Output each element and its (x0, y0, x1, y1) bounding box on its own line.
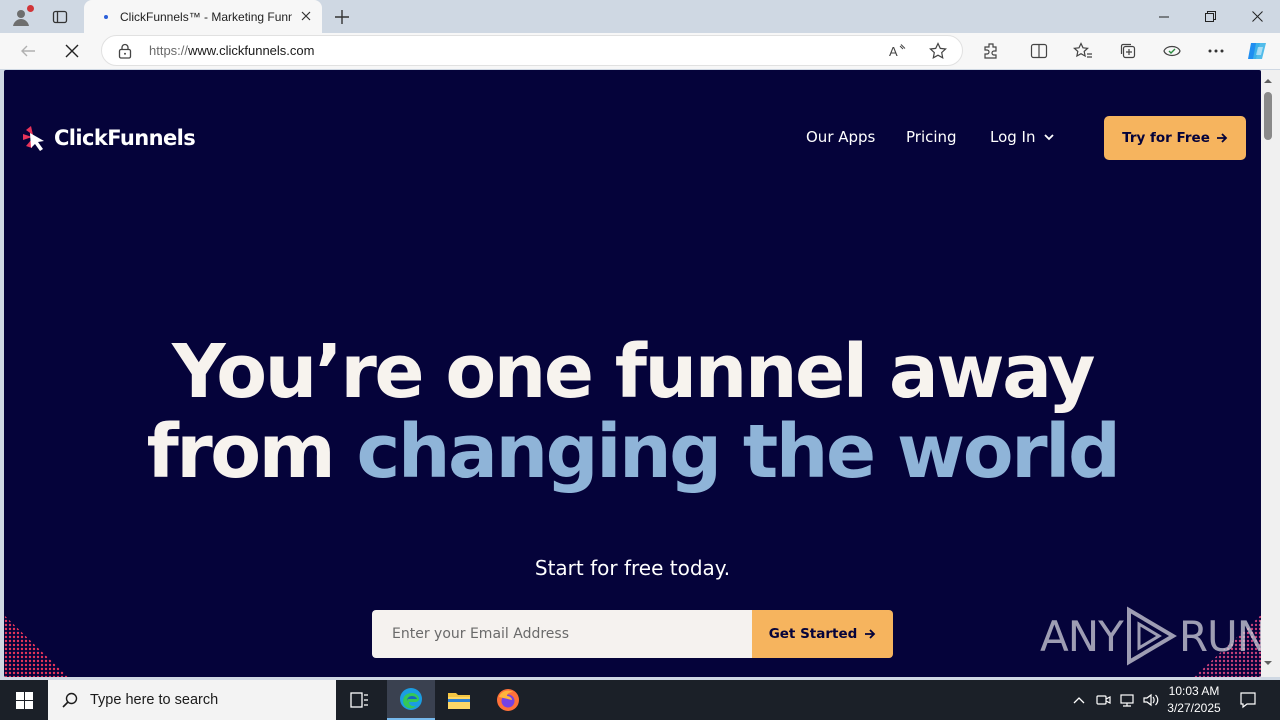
tray-meet-now-icon[interactable] (1093, 690, 1113, 710)
split-screen-icon[interactable] (1027, 39, 1051, 63)
url-protocol: https:// (149, 43, 189, 58)
nav-log-in[interactable]: Log In (990, 128, 1054, 146)
web-page: ClickFunnels Our Apps Pricing Log In Try… (4, 70, 1261, 677)
minimize-icon (1159, 16, 1169, 17)
hero-headline: You’re one funnel away from changing the… (4, 332, 1261, 492)
taskbar-file-explorer[interactable] (435, 680, 483, 720)
back-arrow-icon (21, 45, 35, 57)
url-text[interactable]: https://www.clickfunnels.com (149, 43, 314, 58)
lock-icon[interactable] (116, 42, 134, 60)
clickfunnels-logo[interactable]: ClickFunnels (18, 124, 196, 152)
headline-line-2: from changing the world (4, 412, 1261, 492)
clock-date: 3/27/2025 (1167, 701, 1221, 715)
stop-loading-button[interactable] (57, 36, 87, 66)
active-tab[interactable]: ClickFunnels™ - Marketing Funnels (84, 0, 322, 33)
nav-pricing[interactable]: Pricing (906, 128, 957, 146)
tray-network-icon[interactable] (1117, 690, 1137, 710)
scroll-down-icon[interactable] (1263, 658, 1273, 668)
headline-from: from (146, 409, 357, 495)
arrow-right-icon (865, 629, 876, 639)
email-input[interactable] (372, 610, 752, 658)
get-started-label: Get Started (768, 626, 858, 642)
favorites-icon[interactable] (1071, 39, 1095, 63)
windows-logo-icon (15, 691, 33, 709)
plus-icon (335, 10, 349, 24)
taskbar-edge[interactable] (387, 680, 435, 720)
svg-text:A: A (889, 44, 898, 59)
browser-tab-bar: ClickFunnels™ - Marketing Funnels (0, 0, 1280, 33)
watermark-right-text: RUN (1178, 611, 1261, 661)
try-for-free-label: Try for Free (1122, 130, 1210, 146)
scroll-up-icon[interactable] (1263, 76, 1273, 86)
copilot-icon[interactable] (1245, 39, 1269, 63)
firefox-icon (497, 689, 519, 711)
task-view-button[interactable] (336, 680, 384, 720)
close-window-button[interactable] (1234, 0, 1280, 33)
stop-icon (65, 44, 79, 58)
profile-button[interactable] (8, 4, 34, 30)
play-triangle-icon (1126, 606, 1177, 666)
tray-overflow-chevron-icon[interactable] (1069, 690, 1089, 710)
edge-icon (400, 688, 422, 710)
watermark-left-text: ANY (1040, 611, 1124, 661)
collections-icon[interactable] (1116, 39, 1140, 63)
brand-name: ClickFunnels (54, 126, 196, 150)
notification-center-button[interactable] (1236, 688, 1260, 712)
minimize-button[interactable] (1141, 0, 1187, 33)
restore-button[interactable] (1187, 0, 1233, 33)
taskbar-clock[interactable]: 10:03 AM 3/27/2025 (1162, 683, 1226, 717)
restore-icon (1204, 11, 1216, 22)
folder-icon (448, 693, 470, 709)
address-bar[interactable]: https://www.clickfunnels.com A (101, 35, 963, 66)
tab-title: ClickFunnels™ - Marketing Funnels (120, 9, 292, 24)
new-tab-button[interactable] (330, 5, 354, 29)
taskbar-firefox[interactable] (484, 680, 532, 720)
taskbar-search-box[interactable]: Type here to search (48, 680, 336, 720)
extensions-icon[interactable] (979, 39, 1003, 63)
arrow-right-icon (1216, 133, 1228, 143)
nav-our-apps[interactable]: Our Apps (806, 128, 875, 146)
more-options-icon[interactable] (1204, 39, 1228, 63)
tab-favicon-icon (104, 14, 108, 19)
headline-highlight: changing the world (356, 409, 1120, 495)
favorite-star-icon[interactable] (928, 41, 948, 61)
try-for-free-button[interactable]: Try for Free (1104, 116, 1246, 160)
read-aloud-icon[interactable]: A (888, 41, 908, 61)
close-icon (1251, 11, 1263, 22)
back-button[interactable] (13, 36, 43, 66)
anyrun-watermark: ANY RUN (1040, 606, 1261, 666)
chevron-down-icon (1043, 133, 1054, 140)
browser-toolbar: https://www.clickfunnels.com A (0, 33, 1280, 69)
scrollbar-thumb[interactable] (1264, 92, 1272, 140)
browser-essentials-icon[interactable] (1160, 39, 1184, 63)
url-host: www.clickfunnels.com (188, 43, 315, 58)
get-started-button[interactable]: Get Started (752, 610, 893, 658)
clickfunnels-logo-icon (23, 126, 44, 151)
windows-taskbar: Type here to search 10:03 AM 3/27/2025 (0, 680, 1280, 720)
tray-volume-icon[interactable] (1141, 690, 1161, 710)
corner-decoration-left (4, 615, 68, 677)
start-button[interactable] (0, 680, 48, 720)
hero-subtext: Start for free today. (534, 556, 731, 580)
tab-actions-icon (52, 10, 68, 24)
search-icon (62, 692, 78, 708)
profile-notification-dot (27, 5, 34, 12)
tab-actions-button[interactable] (47, 4, 73, 30)
clock-time: 10:03 AM (1168, 684, 1220, 698)
page-scrollbar[interactable] (1261, 70, 1280, 677)
nav-log-in-label: Log In (990, 128, 1036, 146)
task-view-icon (350, 692, 368, 708)
notification-icon (1240, 692, 1256, 709)
tab-close-icon[interactable] (298, 8, 314, 24)
search-placeholder: Type here to search (90, 692, 219, 708)
headline-line-1: You’re one funnel away (171, 329, 1096, 415)
